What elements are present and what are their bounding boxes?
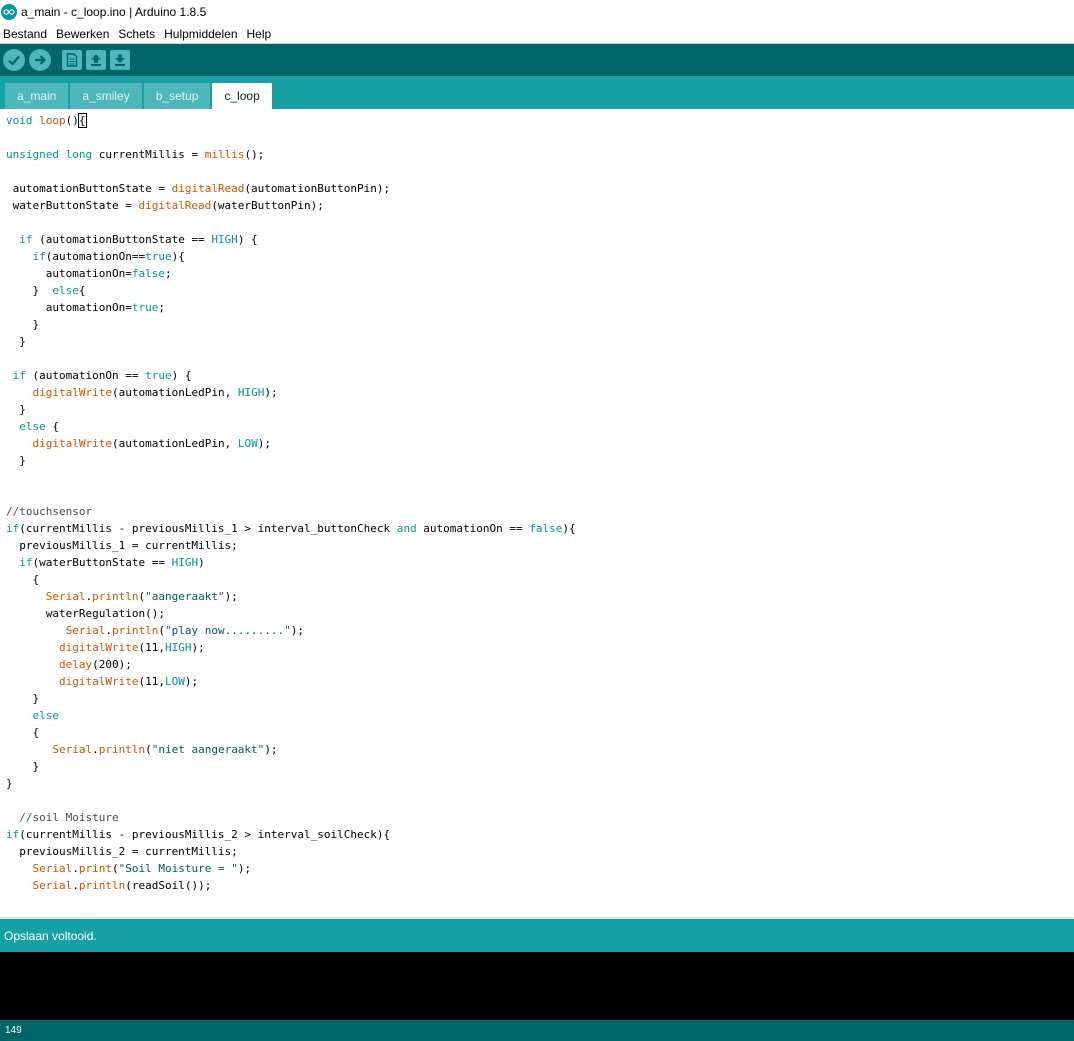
code-line[interactable] xyxy=(6,352,13,365)
code-line[interactable]: digitalWrite(automationLedPin, LOW); xyxy=(6,437,271,450)
title-bar: a_main - c_loop.ino | Arduino 1.8.5 xyxy=(0,0,1074,24)
code-line[interactable]: //soil Moisture xyxy=(6,811,118,824)
code-line[interactable]: } xyxy=(6,335,26,348)
code-line[interactable]: previousMillis_1 = currentMillis; xyxy=(6,539,238,552)
tab-a-main[interactable]: a_main xyxy=(5,83,69,109)
code-line[interactable]: } else{ xyxy=(6,284,85,297)
code-line[interactable]: unsigned long currentMillis = millis(); xyxy=(6,148,264,161)
code-line[interactable]: } xyxy=(6,403,26,416)
code-line[interactable]: waterRegulation(); xyxy=(6,607,165,620)
sketch-tabs: a_main a_smiley b_setup c_loop xyxy=(0,76,1074,109)
code-line[interactable] xyxy=(6,488,13,501)
footer-bar: 149 xyxy=(0,1020,1074,1041)
code-line[interactable] xyxy=(6,471,13,484)
menu-bewerken[interactable]: Bewerken xyxy=(54,27,111,41)
code-line[interactable]: } xyxy=(6,777,13,790)
toolbar xyxy=(0,44,1074,76)
window-title: a_main - c_loop.ino | Arduino 1.8.5 xyxy=(21,5,207,19)
code-line[interactable]: automationButtonState = digitalRead(auto… xyxy=(6,182,391,195)
code-line[interactable]: { xyxy=(6,726,39,739)
open-button[interactable] xyxy=(86,50,106,70)
code-line[interactable]: Serial.println("play now........."); xyxy=(6,624,304,637)
code-line[interactable]: } xyxy=(6,692,39,705)
code-line[interactable]: //touchsensor xyxy=(6,505,92,518)
upload-button[interactable] xyxy=(29,49,51,71)
code-line[interactable] xyxy=(6,216,13,229)
code-line[interactable]: Serial.println("niet aangeraakt"); xyxy=(6,743,277,756)
menu-hulpmiddelen[interactable]: Hulpmiddelen xyxy=(162,27,239,41)
code-line[interactable]: void loop(){ xyxy=(6,113,87,128)
code-line[interactable]: Serial.println(readSoil()); xyxy=(6,879,212,892)
tab-c-loop[interactable]: c_loop xyxy=(212,83,272,109)
upload-icon xyxy=(35,55,47,65)
menu-bestand[interactable]: Bestand xyxy=(1,27,49,41)
code-line[interactable]: Serial.print("Soil Moisture = "); xyxy=(6,862,252,875)
code-line[interactable]: if(currentMillis - previousMillis_2 > in… xyxy=(6,828,390,841)
new-sketch-icon xyxy=(66,53,78,67)
code-line[interactable] xyxy=(6,794,13,807)
save-icon xyxy=(115,54,125,66)
code-line[interactable]: } xyxy=(6,318,39,331)
line-number: 149 xyxy=(5,1025,22,1036)
code-line[interactable]: Serial.println("aangeraakt"); xyxy=(6,590,238,603)
menu-schets[interactable]: Schets xyxy=(116,27,157,41)
code-line[interactable]: previousMillis_2 = currentMillis; xyxy=(6,845,238,858)
code-line[interactable]: if(currentMillis - previousMillis_1 > in… xyxy=(6,522,576,535)
arduino-logo-icon xyxy=(1,4,17,20)
console-output[interactable] xyxy=(0,952,1074,1020)
status-bar: Opslaan voltooid. xyxy=(0,919,1074,952)
code-line[interactable]: waterButtonState = digitalRead(waterButt… xyxy=(6,199,324,212)
code-line[interactable]: else xyxy=(6,709,60,722)
code-line[interactable]: { xyxy=(6,573,39,586)
verify-button[interactable] xyxy=(3,49,25,71)
code-line[interactable]: delay(200); xyxy=(6,658,132,671)
code-line[interactable]: digitalWrite(11,LOW); xyxy=(6,675,198,688)
code-line[interactable]: } xyxy=(6,454,26,467)
menu-bar: Bestand Bewerken Schets Hulpmiddelen Hel… xyxy=(0,24,1074,44)
code-line[interactable]: digitalWrite(automationLedPin, HIGH); xyxy=(6,386,278,399)
code-line[interactable]: if(waterButtonState == HIGH) xyxy=(6,556,204,569)
save-button[interactable] xyxy=(110,50,130,70)
code-editor[interactable]: void loop(){ unsigned long currentMillis… xyxy=(0,109,1074,917)
open-icon xyxy=(91,54,101,66)
code-line[interactable]: if(automationOn==true){ xyxy=(6,250,185,263)
code-line[interactable]: if (automationButtonState == HIGH) { xyxy=(6,233,257,246)
code-line[interactable]: } xyxy=(6,760,39,773)
code-line[interactable]: else { xyxy=(6,420,59,433)
code-line[interactable] xyxy=(6,131,13,144)
code-text[interactable]: void loop(){ unsigned long currentMillis… xyxy=(0,109,1074,894)
tab-a-smiley[interactable]: a_smiley xyxy=(70,83,142,109)
status-message: Opslaan voltooid. xyxy=(4,928,97,943)
code-line[interactable] xyxy=(6,165,13,178)
verify-icon xyxy=(8,55,20,66)
code-line[interactable]: automationOn=true; xyxy=(6,301,165,314)
code-line[interactable]: if (automationOn == true) { xyxy=(6,369,192,382)
code-line[interactable]: automationOn=false; xyxy=(6,267,172,280)
new-sketch-button[interactable] xyxy=(62,50,82,70)
code-line[interactable]: digitalWrite(11,HIGH); xyxy=(6,641,205,654)
menu-help[interactable]: Help xyxy=(245,27,274,41)
tab-b-setup[interactable]: b_setup xyxy=(143,83,211,109)
